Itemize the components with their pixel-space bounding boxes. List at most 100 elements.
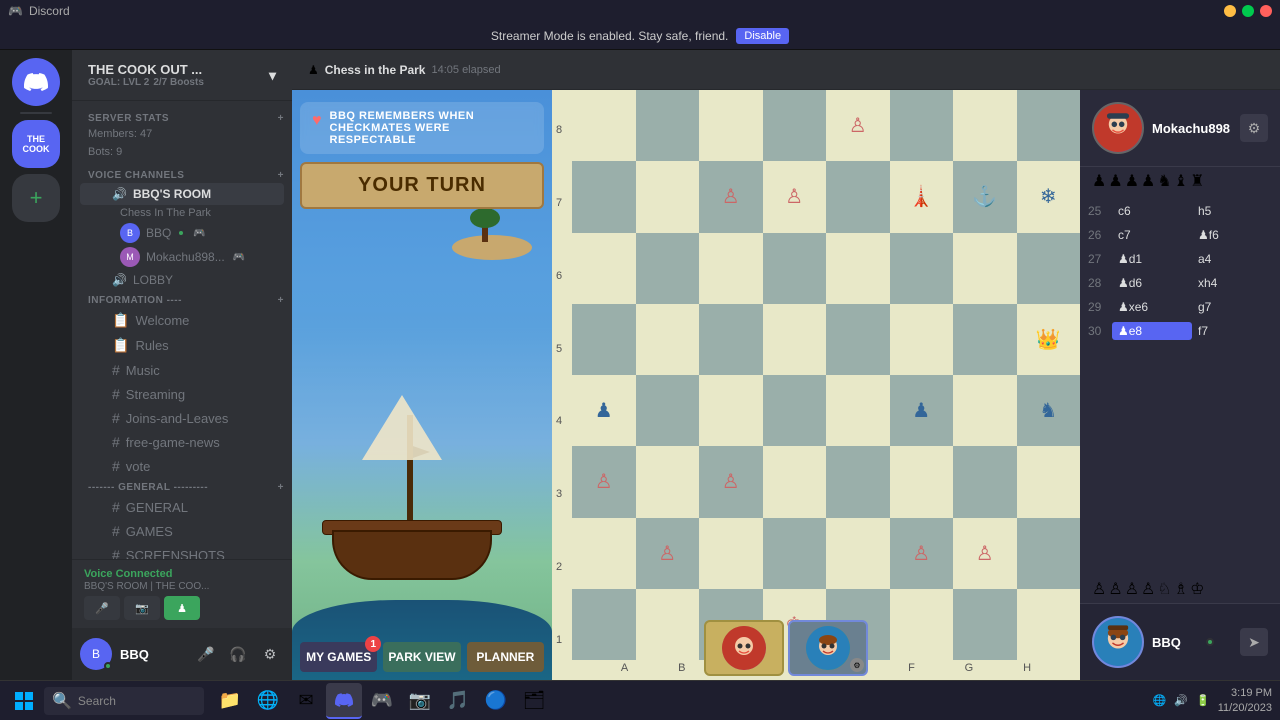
board-square[interactable] (572, 589, 636, 660)
channel-joins[interactable]: # Joins-and-Leaves (80, 406, 284, 430)
board-square[interactable] (699, 233, 763, 304)
taskbar-app-mail[interactable]: ✉ (288, 683, 324, 719)
board-square[interactable] (572, 304, 636, 375)
taskbar-app-explorer[interactable]: 📁 (212, 683, 248, 719)
board-square[interactable] (953, 589, 1017, 660)
board-square[interactable]: ♙ (826, 90, 890, 161)
board-square[interactable] (1017, 589, 1081, 660)
board-square[interactable] (953, 446, 1017, 517)
add-voice-channel-icon[interactable]: + (278, 170, 284, 181)
board-square[interactable] (572, 233, 636, 304)
channel-general[interactable]: # GENERAL (80, 495, 284, 519)
board-square[interactable] (636, 90, 700, 161)
information-category[interactable]: INFORMATION ---- + (72, 291, 292, 308)
board-square[interactable] (763, 446, 827, 517)
settings-gear-button[interactable]: ⚙ (1240, 114, 1268, 142)
board-square[interactable] (763, 304, 827, 375)
board-square[interactable]: ⚓ (953, 161, 1017, 232)
board-square[interactable] (763, 518, 827, 589)
channel-screenshots[interactable]: # SCREENSHOTS (80, 543, 284, 559)
taskbar-app-discord[interactable] (326, 683, 362, 719)
board-square[interactable]: ♟ (572, 375, 636, 446)
board-square[interactable] (826, 446, 890, 517)
board-square[interactable] (636, 446, 700, 517)
board-square[interactable] (890, 304, 954, 375)
move-30-white[interactable]: ♟e8 (1112, 322, 1192, 340)
microphone-button[interactable]: 🎤 (192, 640, 220, 668)
board-square[interactable] (890, 446, 954, 517)
channel-rules[interactable]: 📋 Rules (80, 333, 284, 358)
move-25-black[interactable]: h5 (1192, 202, 1272, 220)
channel-games[interactable]: # GAMES (80, 519, 284, 543)
board-square[interactable] (636, 375, 700, 446)
move-28-white[interactable]: ♟d6 (1112, 274, 1192, 292)
move-27-white[interactable]: ♟d1 (1112, 250, 1192, 268)
move-26-white[interactable]: c7 (1112, 226, 1192, 244)
my-games-button[interactable]: MY GAMES 1 (300, 642, 377, 672)
taskbar-search[interactable]: 🔍 Search (44, 687, 204, 715)
board-square[interactable]: ♙ (953, 518, 1017, 589)
server-stats-category[interactable]: SERVER STATS + (72, 109, 292, 126)
settings-button[interactable]: ⚙ (256, 640, 284, 668)
minimize-button[interactable] (1224, 5, 1236, 17)
channel-vote[interactable]: # vote (80, 454, 284, 478)
board-square[interactable] (763, 233, 827, 304)
board-square[interactable] (890, 90, 954, 161)
thumb-mokachu[interactable] (704, 620, 784, 676)
board-square[interactable] (572, 518, 636, 589)
board-square[interactable]: ♙ (572, 446, 636, 517)
move-26-black[interactable]: ♟f6 (1192, 226, 1272, 244)
board-square[interactable] (953, 90, 1017, 161)
taskbar-app-spotify[interactable]: 🎵 (440, 683, 476, 719)
server-icon-add[interactable]: + (12, 174, 60, 222)
taskbar-app-game[interactable]: 🎮 (364, 683, 400, 719)
board-square[interactable] (1017, 446, 1081, 517)
board-square[interactable] (763, 90, 827, 161)
add-general-channel-icon[interactable]: + (278, 482, 284, 493)
move-27-black[interactable]: a4 (1192, 250, 1272, 268)
add-info-channel-icon[interactable]: + (278, 295, 284, 306)
board-square[interactable] (699, 518, 763, 589)
channel-welcome[interactable]: 📋 Welcome (80, 308, 284, 333)
chess-board[interactable]: ♙♙♙🗼⚓❄👑♟♟♞♙♙♙♙♙♔ (572, 90, 1080, 660)
board-square[interactable]: ♟ (890, 375, 954, 446)
taskbar-app-camera[interactable]: 📷 (402, 683, 438, 719)
board-square[interactable]: ❄ (1017, 161, 1081, 232)
board-square[interactable] (826, 233, 890, 304)
board-square[interactable] (699, 375, 763, 446)
add-channel-icon[interactable]: + (278, 113, 284, 124)
board-square[interactable] (826, 518, 890, 589)
taskbar-app-folder[interactable]: 🗂 (516, 683, 552, 719)
disable-streamer-mode-button[interactable]: Disable (736, 28, 789, 44)
move-28-black[interactable]: xh4 (1192, 274, 1272, 292)
mute-button[interactable]: 🎤 (84, 596, 120, 620)
taskbar-clock[interactable]: 3:19 PM 11/20/2023 (1218, 686, 1272, 715)
board-square[interactable]: ♞ (1017, 375, 1081, 446)
taskbar-app-edge[interactable]: 🌐 (250, 683, 286, 719)
board-square[interactable] (636, 161, 700, 232)
board-square[interactable] (953, 375, 1017, 446)
general-category[interactable]: ------- GENERAL --------- + (72, 478, 292, 495)
headphones-button[interactable]: 🎧 (224, 640, 252, 668)
board-square[interactable] (636, 589, 700, 660)
bbqs-room-voice-channel[interactable]: 🔊 BBQ'S ROOM (80, 183, 284, 205)
lobby-voice-channel[interactable]: 🔊 LOBBY (80, 269, 284, 291)
board-square[interactable] (826, 375, 890, 446)
board-square[interactable]: ♙ (890, 518, 954, 589)
board-square[interactable]: 🗼 (890, 161, 954, 232)
send-button[interactable]: ➤ (1240, 628, 1268, 656)
board-square[interactable]: ♙ (636, 518, 700, 589)
board-square[interactable] (572, 161, 636, 232)
voice-channels-category[interactable]: VOICE CHANNELS + (72, 166, 292, 183)
video-button[interactable]: 📷 (124, 596, 160, 620)
channel-music[interactable]: # Music (80, 358, 284, 382)
taskbar-app-chrome[interactable]: 🔵 (478, 683, 514, 719)
thumb-bbq[interactable]: ⚙ (788, 620, 868, 676)
move-29-white[interactable]: ♟xe6 (1112, 298, 1192, 316)
board-square[interactable]: ♙ (699, 446, 763, 517)
board-square[interactable] (826, 161, 890, 232)
move-25-white[interactable]: c6 (1112, 202, 1192, 220)
move-29-black[interactable]: g7 (1192, 298, 1272, 316)
board-square[interactable] (890, 589, 954, 660)
board-square[interactable]: ♙ (763, 161, 827, 232)
